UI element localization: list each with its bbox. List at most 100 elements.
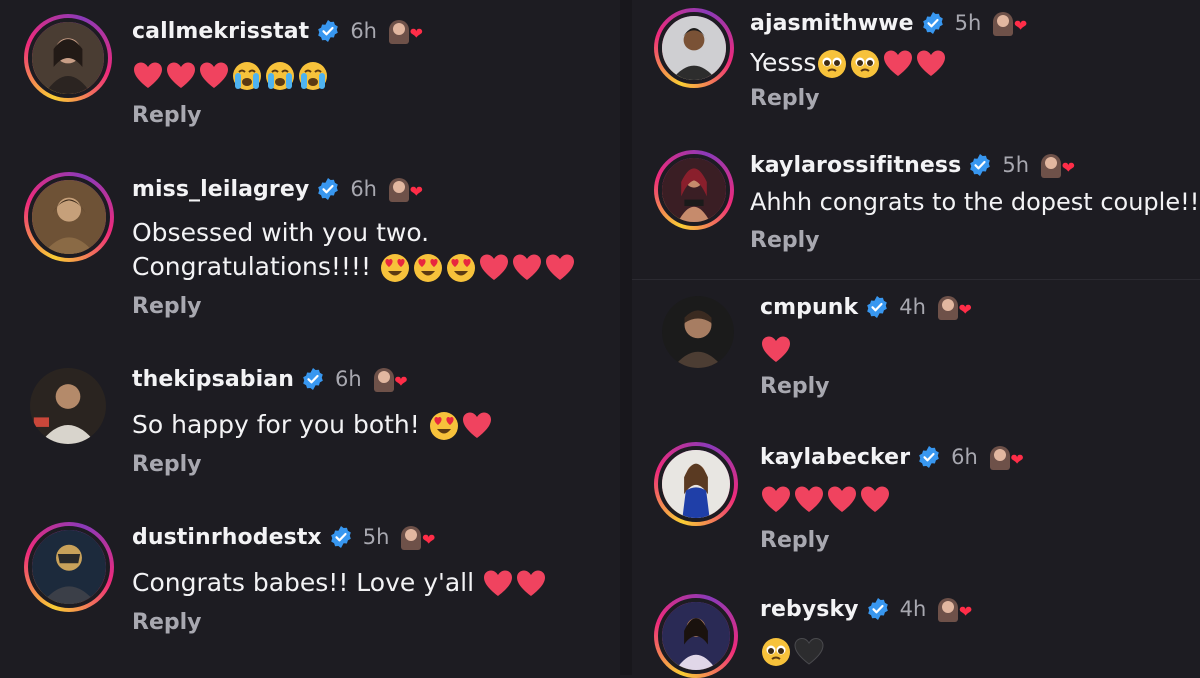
avatar[interactable] bbox=[654, 150, 734, 230]
verified-badge-icon bbox=[301, 367, 325, 391]
crying-face-icon bbox=[299, 62, 327, 90]
reply-button[interactable]: Reply bbox=[750, 86, 820, 111]
comment-time: 4h bbox=[899, 295, 926, 319]
verified-badge-icon bbox=[866, 597, 890, 621]
black-heart-icon bbox=[794, 637, 824, 665]
reply-button[interactable]: Reply bbox=[132, 103, 202, 128]
pleading-face-icon bbox=[762, 638, 790, 666]
avatar[interactable] bbox=[24, 522, 114, 612]
heart-icon bbox=[200, 62, 228, 88]
crying-face-icon bbox=[266, 62, 294, 90]
pleading-face-icon bbox=[818, 50, 847, 78]
comment-item: cmpunk 4h ❤ Reply bbox=[662, 292, 1198, 407]
heart-icon bbox=[462, 412, 491, 438]
comment-text bbox=[132, 58, 330, 92]
comment-item: rebysky 4h ❤ bbox=[654, 594, 1198, 678]
comment-text-part: So happy for you both! bbox=[132, 410, 420, 439]
verified-badge-icon bbox=[329, 525, 353, 549]
comment-item: kaylabecker 6h ❤ Reply bbox=[654, 442, 1198, 562]
reply-button[interactable]: Reply bbox=[760, 528, 830, 553]
heart-eyes-icon bbox=[380, 254, 409, 282]
comment-text: Congrats babes!! Love y'all bbox=[132, 566, 548, 600]
author-liked-icon: ❤ bbox=[1041, 152, 1075, 178]
heart-eyes-icon bbox=[429, 412, 458, 440]
reply-button[interactable]: Reply bbox=[760, 374, 830, 399]
comment-header: rebysky 4h ❤ bbox=[760, 596, 972, 622]
heart-icon bbox=[762, 486, 790, 512]
username[interactable]: kaylarossifitness bbox=[750, 153, 961, 178]
reply-button[interactable]: Reply bbox=[750, 228, 820, 253]
comment-time: 5h bbox=[362, 525, 390, 549]
heart-icon bbox=[795, 486, 823, 512]
username[interactable]: cmpunk bbox=[760, 295, 858, 320]
author-liked-icon: ❤ bbox=[388, 18, 423, 44]
verified-badge-icon bbox=[921, 11, 945, 35]
heart-icon bbox=[517, 570, 546, 596]
avatar[interactable] bbox=[654, 442, 738, 526]
comment-item: ajasmithwwe 5h ❤ Yesss Reply bbox=[654, 8, 1194, 123]
author-liked-icon: ❤ bbox=[388, 176, 423, 202]
heart-icon bbox=[545, 254, 574, 280]
username[interactable]: ajasmithwwe bbox=[750, 11, 914, 36]
avatar[interactable] bbox=[24, 14, 112, 102]
reply-button[interactable]: Reply bbox=[132, 452, 202, 477]
username[interactable]: callmekrisstat bbox=[132, 19, 309, 44]
comment-header: miss_leilagrey 6h ❤ bbox=[132, 176, 423, 202]
comment-text: So happy for you both! bbox=[132, 408, 494, 442]
heart-icon bbox=[828, 486, 856, 512]
username[interactable]: thekipsabian bbox=[132, 367, 294, 392]
author-liked-icon: ❤ bbox=[937, 294, 972, 320]
comment-header: kaylabecker 6h ❤ bbox=[760, 444, 1024, 470]
username[interactable]: kaylabecker bbox=[760, 445, 910, 470]
author-liked-icon: ❤ bbox=[938, 596, 972, 622]
comment-header: dustinrhodestx 5h ❤ bbox=[132, 524, 435, 550]
column-divider bbox=[620, 0, 632, 675]
comment-header: cmpunk 4h ❤ bbox=[760, 294, 972, 320]
heart-icon bbox=[917, 50, 946, 76]
avatar[interactable] bbox=[662, 296, 734, 368]
crying-face-icon bbox=[233, 62, 261, 90]
comment-item: kaylarossifitness 5h ❤ Ahhh congrats to … bbox=[654, 150, 1199, 260]
verified-badge-icon bbox=[917, 445, 941, 469]
verified-badge-icon bbox=[316, 19, 340, 43]
avatar[interactable] bbox=[24, 172, 114, 262]
heart-icon bbox=[134, 62, 162, 88]
verified-badge-icon bbox=[316, 177, 340, 201]
author-liked-icon: ❤ bbox=[401, 524, 435, 550]
heart-icon bbox=[484, 570, 513, 596]
heart-icon bbox=[861, 486, 889, 512]
left-comment-column: callmekrisstat 6h ❤ Reply miss_leilagrey… bbox=[0, 0, 620, 675]
username[interactable]: rebysky bbox=[760, 597, 859, 622]
comment-text bbox=[760, 332, 793, 366]
avatar[interactable] bbox=[654, 8, 734, 88]
reply-button[interactable]: Reply bbox=[132, 294, 202, 319]
avatar[interactable] bbox=[654, 594, 738, 678]
username[interactable]: miss_leilagrey bbox=[132, 177, 309, 202]
heart-icon bbox=[167, 62, 195, 88]
username[interactable]: dustinrhodestx bbox=[132, 525, 322, 550]
comment-item: dustinrhodestx 5h ❤ Congrats babes!! Lov… bbox=[24, 522, 614, 652]
right-comment-column: ajasmithwwe 5h ❤ Yesss Reply kaylarossif… bbox=[632, 0, 1200, 678]
comment-header: thekipsabian 6h ❤ bbox=[132, 366, 408, 392]
comment-time: 4h bbox=[899, 597, 927, 621]
comment-text-part: Congratulations!!!! bbox=[132, 252, 371, 281]
comment-text-part: Yesss bbox=[750, 48, 817, 77]
comment-item: miss_leilagrey 6h ❤ Obsessed with you tw… bbox=[24, 172, 614, 327]
comment-text: Yesss bbox=[750, 46, 948, 80]
reply-button[interactable]: Reply bbox=[132, 610, 202, 635]
heart-icon bbox=[884, 50, 913, 76]
comment-header: kaylarossifitness 5h ❤ bbox=[750, 152, 1075, 178]
heart-icon bbox=[512, 254, 541, 280]
author-liked-icon: ❤ bbox=[989, 444, 1024, 470]
comment-text bbox=[760, 634, 826, 668]
comment-time: 5h bbox=[954, 11, 982, 35]
author-liked-icon: ❤ bbox=[373, 366, 408, 392]
comment-item: callmekrisstat 6h ❤ Reply bbox=[24, 14, 614, 139]
comment-time: 5h bbox=[1002, 153, 1029, 177]
comment-text-line2: Congratulations!!!! bbox=[132, 250, 577, 284]
author-liked-icon: ❤ bbox=[993, 10, 1027, 36]
avatar[interactable] bbox=[30, 368, 106, 444]
verified-badge-icon bbox=[968, 153, 992, 177]
comment-header: callmekrisstat 6h ❤ bbox=[132, 18, 423, 44]
comment-text: Obsessed with you two. bbox=[132, 218, 430, 247]
